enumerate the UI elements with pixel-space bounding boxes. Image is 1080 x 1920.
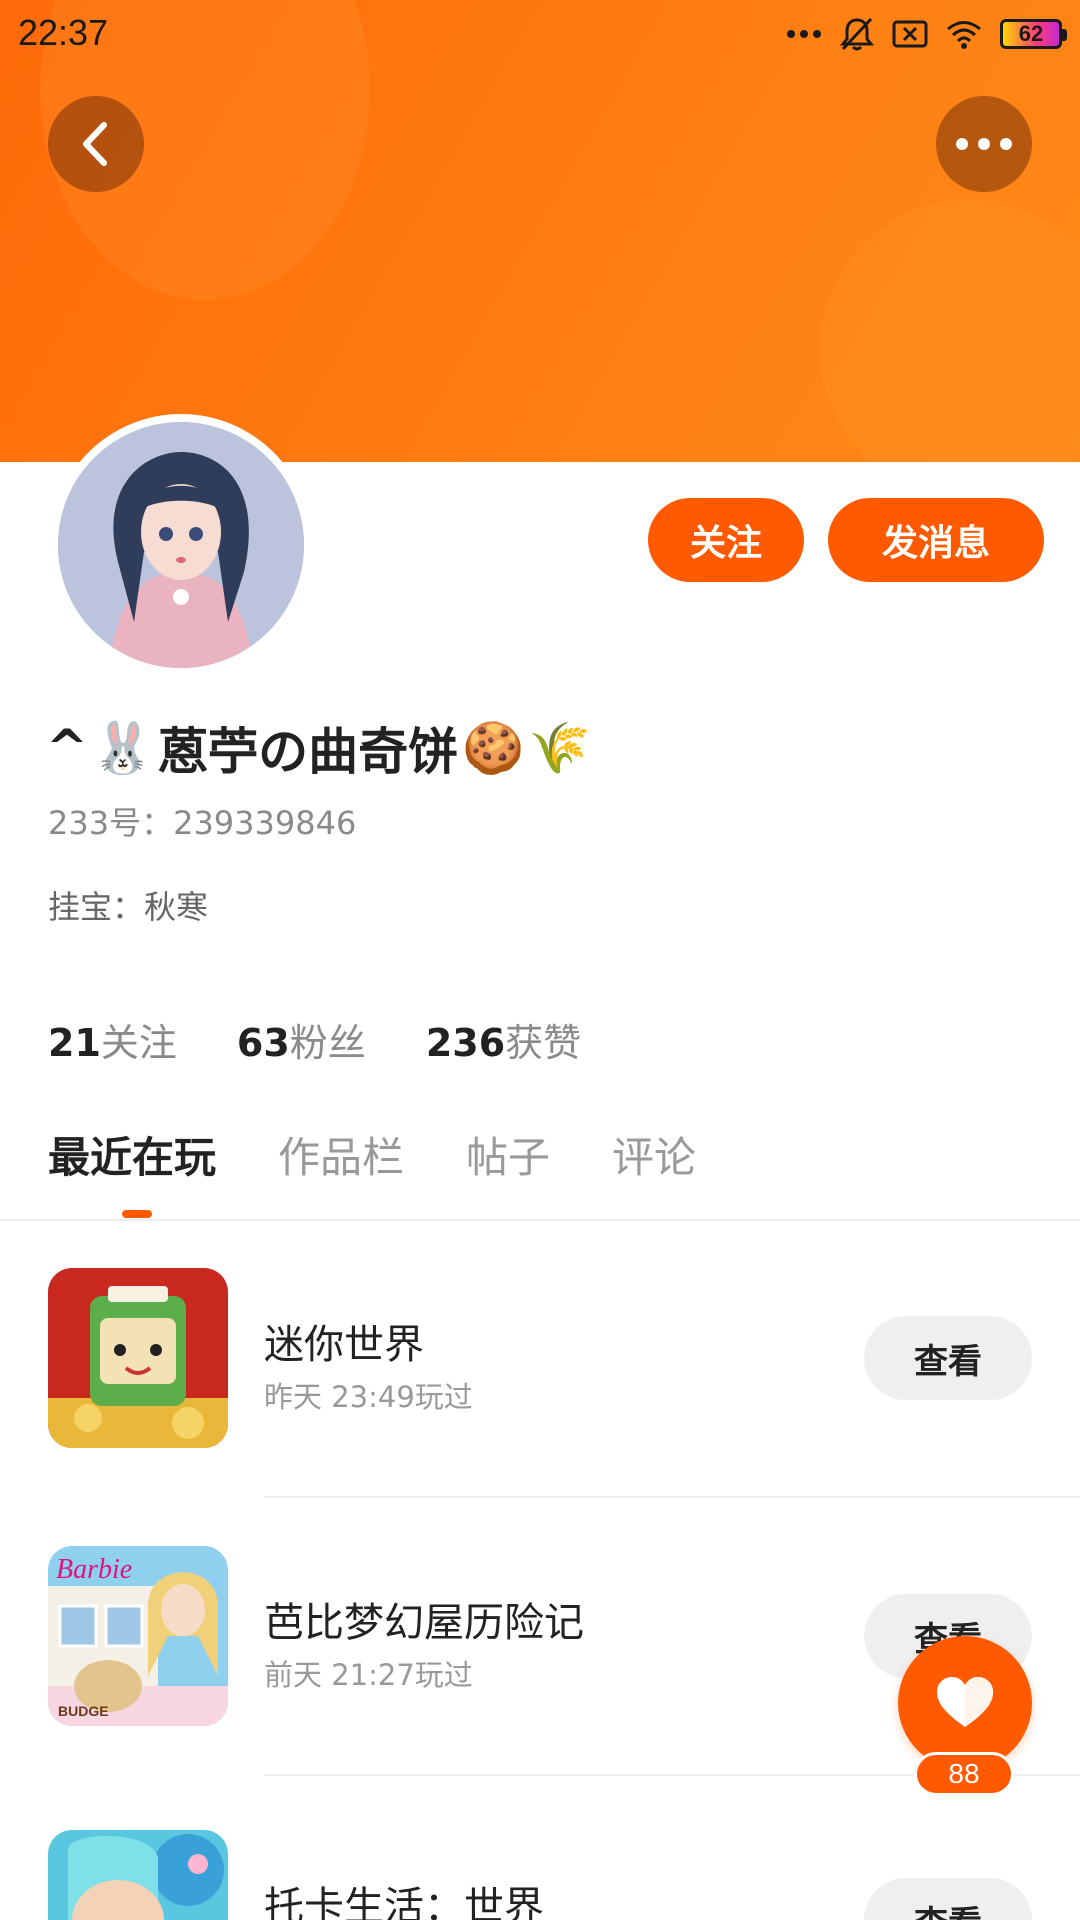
send-message-button[interactable]: 发消息	[828, 498, 1044, 582]
wifi-icon	[946, 15, 982, 53]
like-count-badge: 88	[914, 1752, 1014, 1796]
more-horizontal-icon	[956, 138, 1012, 150]
user-id: 233号：239339846	[48, 804, 357, 842]
tab-works[interactable]: 作品栏	[278, 1124, 404, 1185]
follow-button[interactable]: 关注	[648, 498, 804, 582]
name-text: 蒽苧の曲奇饼	[158, 723, 459, 781]
game-icon-toca-life	[48, 1830, 228, 1920]
game-played-time: 前天 21:27玩过	[264, 1658, 473, 1692]
tab-posts[interactable]: 帖子	[466, 1124, 550, 1185]
stat-followers[interactable]: 63粉丝	[237, 1012, 366, 1067]
status-bar: 22:37 62	[0, 0, 1080, 66]
back-button[interactable]	[48, 96, 144, 192]
no-sim-icon	[892, 15, 928, 53]
stats-row: 21关注 63粉丝 236获赞	[48, 1012, 581, 1067]
name-prefix: ^	[46, 719, 88, 777]
row-divider	[264, 1496, 1080, 1498]
profile-tabs: 最近在玩 作品栏 帖子 评论	[48, 1124, 696, 1185]
stat-likes[interactable]: 236获赞	[426, 1012, 581, 1067]
mute-bell-icon	[840, 15, 874, 53]
tab-active-indicator	[122, 1210, 152, 1218]
stat-following[interactable]: 21关注	[48, 1012, 177, 1067]
profile-cover	[0, 0, 1080, 462]
view-button[interactable]: 查看	[864, 1878, 1032, 1920]
game-played-time: 昨天 23:49玩过	[264, 1380, 473, 1414]
profile-name: ^ 🐰 蒽苧の曲奇饼 🍪 🌾	[46, 712, 591, 784]
battery-icon: 62	[1000, 19, 1067, 49]
list-item[interactable]: 托卡生活：世界 查看	[0, 1830, 1080, 1920]
game-icon-mini-world	[48, 1268, 228, 1448]
more-options-button[interactable]	[936, 96, 1032, 192]
status-time: 22:37	[18, 12, 109, 53]
svg-text:BUDGE: BUDGE	[58, 1703, 109, 1719]
barbie-logo: Barbie	[56, 1554, 132, 1585]
rabbit-emoji: 🐰	[91, 718, 155, 777]
game-title: 迷你世界	[264, 1322, 424, 1368]
list-item[interactable]: 迷你世界 昨天 23:49玩过 查看	[0, 1268, 1080, 1448]
avatar[interactable]	[50, 414, 312, 676]
chevron-left-icon	[83, 122, 107, 166]
tab-recently-played[interactable]: 最近在玩	[48, 1124, 216, 1185]
view-button[interactable]: 查看	[864, 1316, 1032, 1400]
game-title: 托卡生活：世界	[264, 1884, 544, 1920]
game-title: 芭比梦幻屋历险记	[264, 1600, 584, 1646]
battery-level: 62	[1018, 21, 1044, 46]
cookie-emoji: 🍪	[462, 718, 525, 777]
more-dots-icon	[786, 15, 822, 53]
like-button[interactable]	[898, 1636, 1032, 1770]
rice-emoji: 🌾	[528, 718, 591, 777]
game-icon-barbie: Barbie BUDGE	[48, 1546, 228, 1726]
tab-comments[interactable]: 评论	[612, 1124, 696, 1185]
heart-icon	[937, 1677, 993, 1727]
pet-info: 挂宝：秋寒	[48, 888, 209, 926]
tabs-divider	[0, 1219, 1080, 1221]
